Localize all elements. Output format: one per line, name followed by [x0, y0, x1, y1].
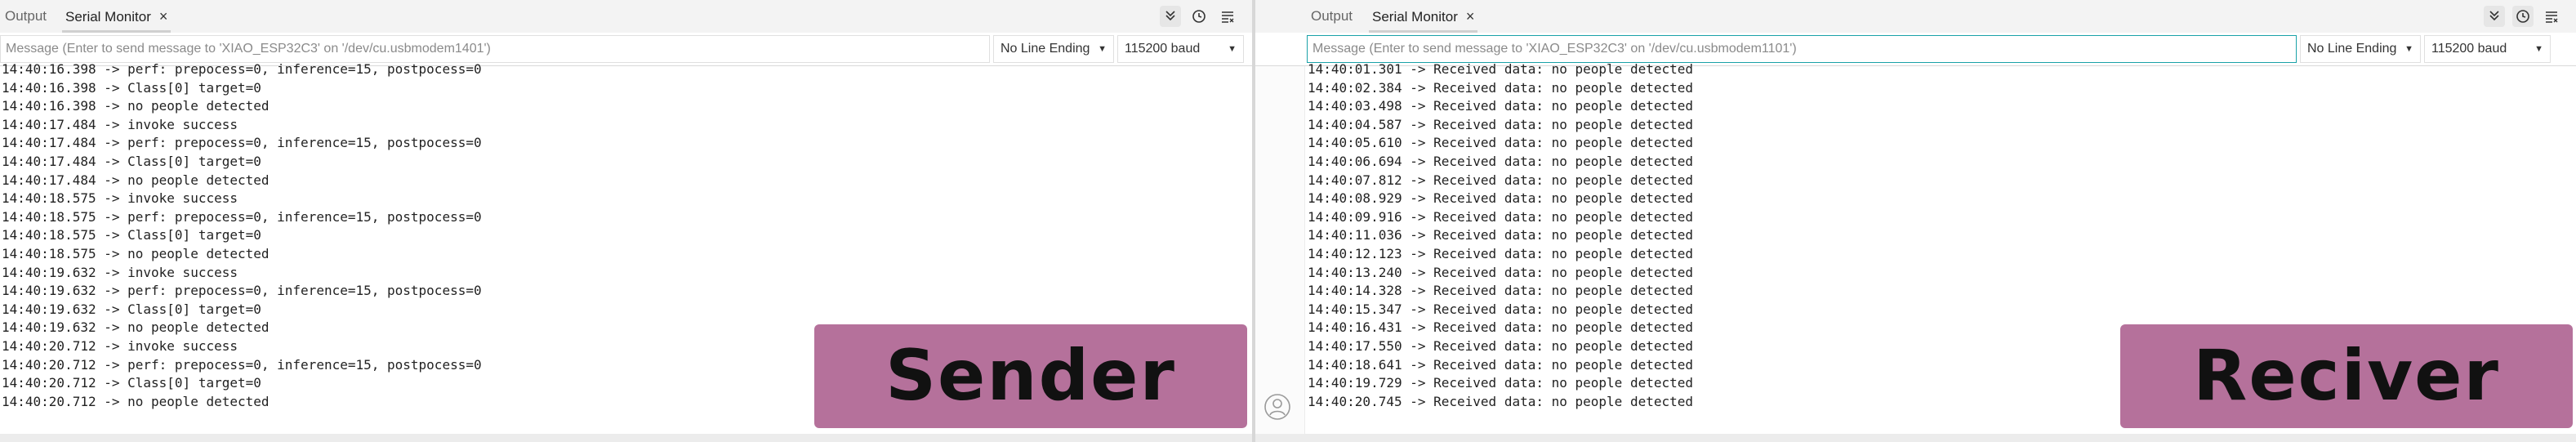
log-line: 14:40:19.632 -> Class[0] target=0 [2, 301, 261, 317]
log-line: 14:40:18.575 -> no people detected [2, 245, 270, 261]
baud-rate-select[interactable]: 115200 baud ▼ [2424, 35, 2551, 63]
timestamp-button[interactable] [2512, 6, 2534, 27]
log-line: 14:40:19.632 -> perf: prepocess=0, infer… [2, 283, 482, 299]
log-line: 14:40:08.929 -> Received data: no people… [1308, 190, 1694, 207]
clock-icon [1192, 10, 1206, 23]
log-line: 14:40:14.328 -> Received data: no people… [1308, 283, 1694, 299]
log-line: 14:40:04.587 -> Received data: no people… [1308, 116, 1694, 132]
log-line: 14:40:06.694 -> Received data: no people… [1308, 153, 1694, 169]
log-line: 14:40:19.632 -> invoke success [2, 264, 238, 280]
tab-serial-monitor-label: Serial Monitor [65, 9, 151, 25]
log-line: 14:40:20.745 -> Received data: no people… [1308, 393, 1694, 409]
log-line: 14:40:11.036 -> Received data: no people… [1308, 227, 1694, 243]
clock-icon [2516, 10, 2529, 23]
log-line: 14:40:13.240 -> Received data: no people… [1308, 264, 1694, 280]
horizontal-scrollbar[interactable] [0, 434, 1252, 442]
log-line: 14:40:05.610 -> Received data: no people… [1308, 135, 1694, 151]
log-line: 14:40:20.712 -> Class[0] target=0 [2, 375, 261, 391]
tab-serial-monitor[interactable]: Serial Monitor × [61, 0, 172, 33]
log-line: 14:40:17.484 -> Class[0] target=0 [2, 153, 261, 169]
tab-serial-monitor[interactable]: Serial Monitor × [1368, 0, 1478, 33]
log-line: 14:40:20.712 -> invoke success [2, 337, 238, 354]
message-input[interactable] [0, 35, 990, 63]
clear-output-button[interactable] [1217, 6, 1238, 27]
tab-output[interactable]: Output [1311, 0, 1353, 33]
log-line: 14:40:18.575 -> perf: prepocess=0, infer… [2, 208, 482, 225]
tab-bar: Output Serial Monitor × [1255, 0, 2576, 33]
horizontal-scrollbar[interactable] [1255, 434, 2576, 442]
line-ending-select[interactable]: No Line Ending ▼ [2300, 35, 2421, 63]
sender-serial-monitor-pane: Output Serial Monitor × No Line Ending ▼ 1… [0, 0, 1252, 442]
log-line: 14:40:19.632 -> no people detected [2, 319, 270, 336]
serial-log: 14:40:16.398 -> perf: prepocess=0, infer… [2, 60, 482, 411]
log-line: 14:40:17.484 -> perf: prepocess=0, infer… [2, 135, 482, 151]
receiver-label: Reciver [2120, 324, 2573, 428]
log-line: 14:40:03.498 -> Received data: no people… [1308, 98, 1694, 114]
timestamp-button[interactable] [1188, 6, 1210, 27]
close-tab-icon[interactable]: × [159, 0, 168, 33]
baud-rate-value: 115200 baud [2431, 42, 2507, 56]
log-line: 14:40:18.575 -> invoke success [2, 190, 238, 207]
log-line: 14:40:19.729 -> Received data: no people… [1308, 375, 1694, 391]
clear-output-button[interactable] [2541, 6, 2562, 27]
tab-output[interactable]: Output [5, 0, 47, 33]
tab-output-label: Output [5, 8, 47, 24]
log-line: 14:40:15.347 -> Received data: no people… [1308, 301, 1694, 317]
log-line: 14:40:01.301 -> Received data: no people… [1308, 61, 1694, 77]
tab-bar: Output Serial Monitor × [0, 0, 1252, 33]
log-line: 14:40:18.575 -> Class[0] target=0 [2, 227, 261, 243]
clear-output-icon [2546, 11, 2558, 23]
serial-log: 14:40:01.301 -> Received data: no people… [1308, 60, 1693, 411]
receiver-serial-monitor-pane: Output Serial Monitor × No Line Ending ▼ 1… [1255, 0, 2576, 442]
chevron-double-down-icon [1165, 11, 1175, 21]
dropdown-caret-icon: ▼ [1098, 44, 1107, 54]
dropdown-caret-icon: ▼ [2404, 44, 2413, 54]
activity-sidebar [1255, 66, 1305, 442]
sender-label: Sender [814, 324, 1247, 428]
log-line: 14:40:16.398 -> no people detected [2, 98, 270, 114]
log-line: 14:40:17.484 -> invoke success [2, 116, 238, 132]
baud-rate-select[interactable]: 115200 baud ▼ [1117, 35, 1244, 63]
log-line: 14:40:07.812 -> Received data: no people… [1308, 172, 1694, 188]
log-line: 14:40:17.484 -> no people detected [2, 172, 270, 188]
tab-output-label: Output [1311, 8, 1353, 24]
log-line: 14:40:17.550 -> Received data: no people… [1308, 337, 1694, 354]
baud-rate-value: 115200 baud [1125, 42, 1201, 56]
close-tab-icon[interactable]: × [1466, 0, 1475, 33]
log-line: 14:40:16.398 -> Class[0] target=0 [2, 79, 261, 96]
account-icon[interactable] [1263, 393, 1291, 421]
log-line: 14:40:20.712 -> no people detected [2, 393, 270, 409]
log-line: 14:40:02.384 -> Received data: no people… [1308, 79, 1694, 96]
line-ending-select[interactable]: No Line Ending ▼ [993, 35, 1114, 63]
message-input[interactable] [1307, 35, 2297, 63]
log-line: 14:40:09.916 -> Received data: no people… [1308, 208, 1694, 225]
log-line: 14:40:12.123 -> Received data: no people… [1308, 245, 1694, 261]
log-line: 14:40:18.641 -> Received data: no people… [1308, 356, 1694, 373]
tab-serial-monitor-label: Serial Monitor [1372, 9, 1458, 25]
autoscroll-button[interactable] [2484, 6, 2505, 27]
dropdown-caret-icon: ▼ [2534, 44, 2543, 54]
log-line: 14:40:20.712 -> perf: prepocess=0, infer… [2, 356, 482, 373]
log-line: 14:40:16.431 -> Received data: no people… [1308, 319, 1694, 336]
log-line: 14:40:16.398 -> perf: prepocess=0, infer… [2, 61, 482, 77]
line-ending-value: No Line Ending [1001, 42, 1090, 56]
line-ending-value: No Line Ending [2307, 42, 2397, 56]
dropdown-caret-icon: ▼ [1228, 44, 1237, 54]
chevron-double-down-icon [2489, 11, 2499, 21]
autoscroll-button[interactable] [1160, 6, 1181, 27]
clear-output-icon [1222, 11, 1234, 23]
